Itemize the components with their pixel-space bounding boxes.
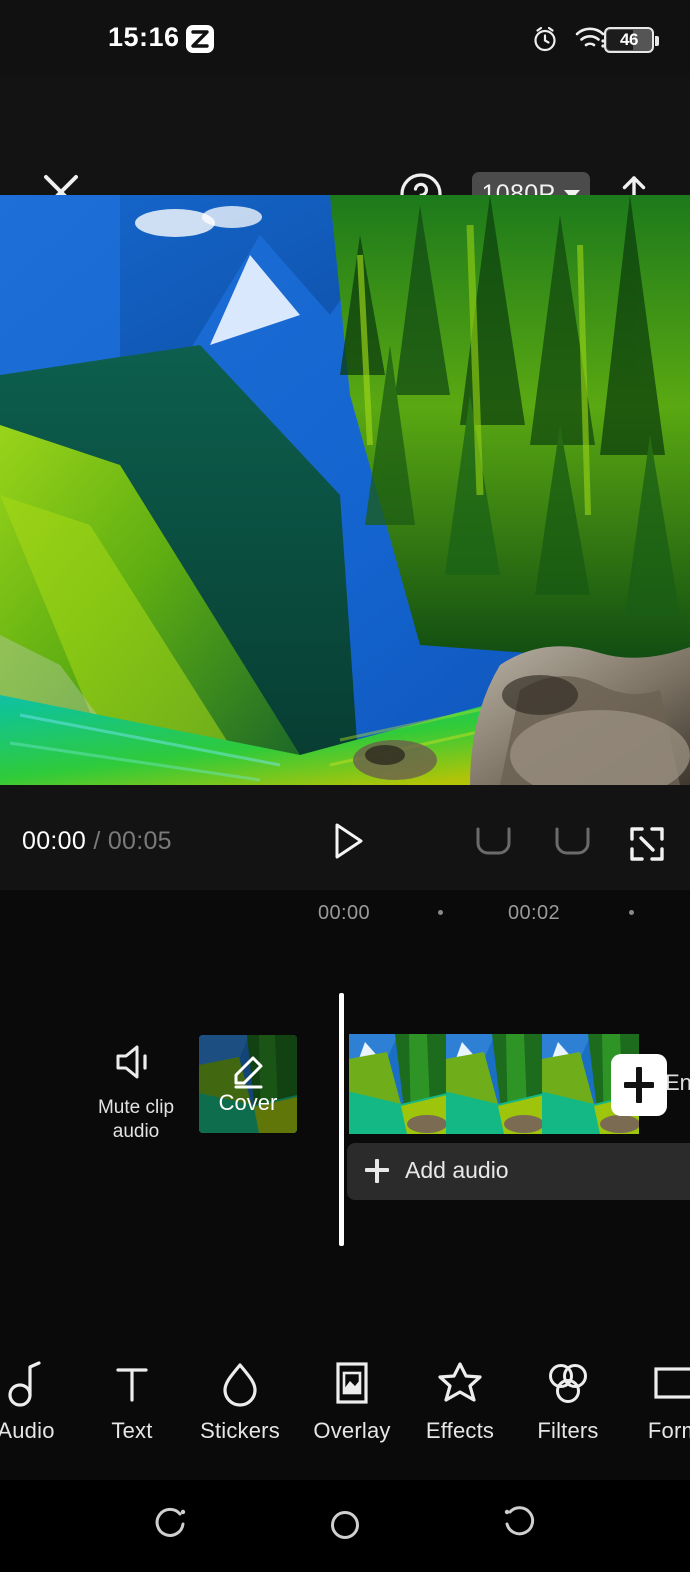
tool-label: Filters [537, 1418, 599, 1443]
total-time-label: 00:05 [107, 827, 172, 855]
time-separator: / [93, 827, 101, 855]
cover-label: Cover [218, 1090, 278, 1115]
text-t-icon [78, 1356, 186, 1412]
play-icon[interactable] [328, 821, 368, 866]
mute-clip-audio-label: Mute clip audio [97, 1097, 175, 1142]
editor-top-toolbar: 1080P [0, 76, 690, 217]
pencil-edit-icon [231, 1055, 265, 1094]
tool-label: Audio [0, 1418, 55, 1443]
cover-button[interactable]: Cover [199, 1035, 297, 1133]
ruler-label: 00:02 [508, 902, 561, 924]
sparkle-star-icon [406, 1356, 514, 1412]
music-note-icon [0, 1356, 80, 1412]
video-preview[interactable] [0, 195, 690, 785]
battery-indicator: 46 [604, 27, 659, 53]
redo-icon[interactable] [552, 825, 592, 864]
playhead[interactable] [339, 993, 344, 1246]
tool-label: Effects [425, 1418, 495, 1443]
alarm-icon [530, 24, 560, 59]
android-nav-bar [0, 1480, 690, 1572]
tool-stickers[interactable]: Stickers [186, 1356, 294, 1444]
current-time-label: 00:00 [22, 827, 87, 855]
add-audio-label: Add audio [405, 1157, 509, 1183]
ruler-tick-dot [629, 910, 634, 915]
home-circle-icon[interactable] [322, 1502, 368, 1548]
status-bar: 15:16 46 [0, 0, 690, 76]
plus-icon [365, 1158, 389, 1183]
playback-timecode: 00:00 / 00:05 [22, 827, 172, 856]
filters-circles-icon [514, 1356, 622, 1412]
recents-icon[interactable] [150, 1502, 196, 1548]
add-clip-button[interactable] [611, 1054, 667, 1116]
mute-clip-audio-button[interactable]: Mute clip audio [93, 1042, 179, 1144]
tool-label: Overlay [313, 1418, 391, 1443]
video-clip-track[interactable] [349, 1034, 639, 1134]
tool-label: Text [111, 1418, 153, 1443]
undo-icon[interactable] [474, 825, 514, 864]
tool-overlay[interactable]: Overlay [298, 1356, 406, 1444]
timeline-end-label: End [665, 1070, 690, 1095]
capcut-editor-screen: 15:16 46 1080P 00:00 / 00:05 00:00 00:02… [0, 0, 690, 1572]
speaker-icon [93, 1042, 179, 1087]
bottom-tool-bar: Audio Text Stickers Overlay Effects Filt… [0, 1340, 690, 1480]
tool-effects[interactable]: Effects [406, 1356, 514, 1444]
format-rect-icon [620, 1356, 690, 1412]
tool-audio[interactable]: Audio [0, 1356, 80, 1444]
ruler-label: 00:00 [318, 902, 371, 924]
preview-scene [0, 195, 690, 785]
back-icon[interactable] [494, 1502, 540, 1548]
overlay-image-icon [298, 1356, 406, 1412]
tool-filters[interactable]: Filters [514, 1356, 622, 1444]
wifi-icon [574, 25, 606, 58]
sticker-icon [186, 1356, 294, 1412]
tool-text[interactable]: Text [78, 1356, 186, 1444]
fullscreen-icon[interactable] [628, 825, 666, 868]
clip-thumbnail [349, 1034, 446, 1134]
tool-format[interactable]: Form [620, 1356, 690, 1444]
status-bar-clock: 15:16 [108, 22, 180, 52]
ruler-tick-dot [438, 910, 443, 915]
capcut-logo-icon [186, 25, 214, 53]
status-bar-icons: 46 [390, 0, 690, 76]
battery-level-label: 46 [620, 30, 638, 49]
tool-label: Form [647, 1418, 690, 1443]
timeline-ruler[interactable]: 00:00 00:02 [0, 890, 690, 936]
tool-label: Stickers [200, 1418, 280, 1443]
playback-controls: 00:00 / 00:05 [0, 785, 690, 890]
add-audio-track[interactable]: Add audio [347, 1143, 690, 1200]
clip-thumbnail [445, 1034, 543, 1134]
